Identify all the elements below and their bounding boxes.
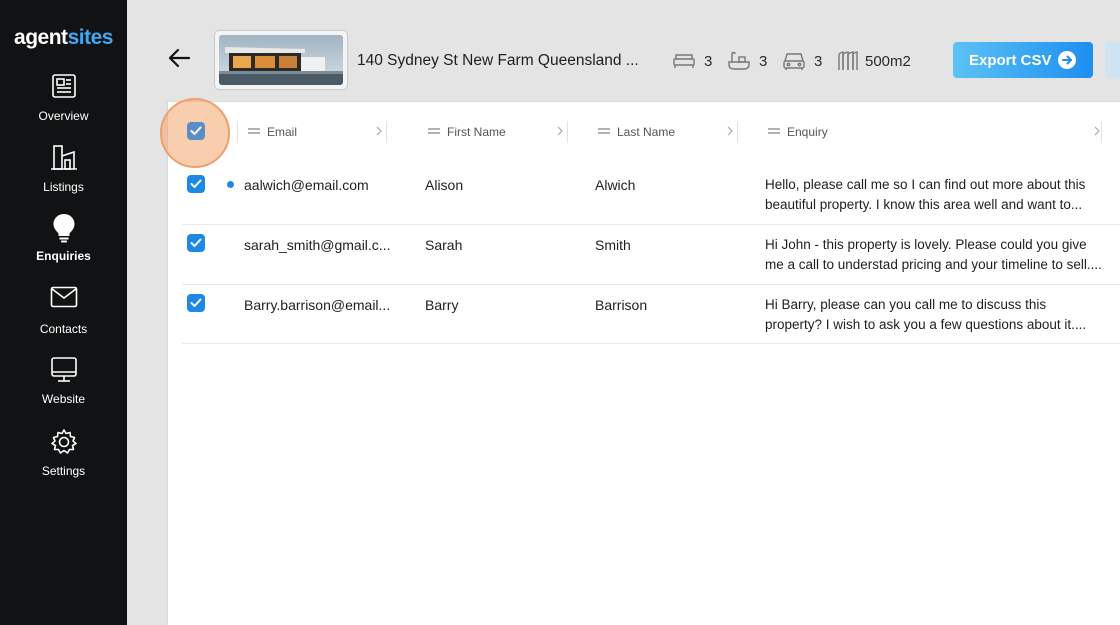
column-divider: [737, 121, 738, 143]
column-header-email[interactable]: Email: [247, 121, 387, 143]
listing-thumbnail[interactable]: [214, 30, 348, 90]
export-csv-label: Export CSV: [969, 52, 1052, 69]
house-photo: [219, 35, 343, 85]
arrow-left-icon: [168, 48, 191, 68]
column-header-label: Email: [267, 125, 298, 139]
cell-first-name: Sarah: [425, 237, 463, 253]
row-checkbox[interactable]: [187, 294, 205, 312]
envelope-icon: [50, 286, 77, 308]
column-header-enquiry[interactable]: Enquiry: [767, 121, 1107, 143]
chevron-right-icon: [557, 126, 563, 136]
select-all-checkbox[interactable]: [187, 122, 205, 140]
enquiry-line: property? I wish to ask you a few questi…: [765, 317, 1087, 332]
column-divider: [567, 121, 568, 143]
baths-count: 3: [759, 53, 768, 70]
column-header-label: First Name: [447, 125, 506, 139]
sidebar: agentsites Overview Listings Enquiries C…: [0, 0, 127, 625]
cell-first-name: Barry: [425, 297, 459, 313]
column-divider: [386, 121, 387, 143]
enquiry-line: Hello, please call me so I can find out …: [765, 177, 1086, 192]
cars-count: 3: [814, 53, 823, 70]
check-icon: [190, 238, 202, 247]
cell-enquiry: Hello, please call me so I can find out …: [765, 175, 1110, 215]
cell-email: sarah_smith@gmail.c...: [244, 237, 391, 253]
nav-item-enquiries[interactable]: Enquiries: [0, 213, 127, 273]
row-divider: [182, 284, 1120, 285]
gear-icon: [50, 429, 77, 454]
unread-dot-icon: [227, 181, 234, 188]
nav-item-overview[interactable]: Overview: [0, 73, 127, 133]
drag-handle-icon: [598, 128, 610, 134]
nav-label: Overview: [38, 109, 89, 123]
column-header-label: Last Name: [617, 125, 676, 139]
nav-item-contacts[interactable]: Contacts: [0, 286, 127, 346]
row-checkbox[interactable]: [187, 234, 205, 252]
nav-label: Enquiries: [36, 249, 91, 263]
drag-handle-icon: [248, 128, 260, 134]
nav-label: Listings: [43, 180, 84, 194]
nav-label: Contacts: [39, 322, 88, 336]
cell-email: Barry.barrison@email...: [244, 297, 391, 313]
cell-first-name: Alison: [425, 177, 464, 193]
monitor-icon: [50, 357, 77, 382]
bed-icon: [673, 54, 695, 68]
row-checkbox[interactable]: [187, 175, 205, 193]
column-header-first-name[interactable]: First Name: [427, 121, 567, 143]
secondary-action-button[interactable]: [1105, 42, 1120, 78]
nav-item-settings[interactable]: Settings: [0, 428, 127, 488]
listing-address: 140 Sydney St New Farm Queensland ...: [357, 52, 639, 69]
chevron-right-icon: [727, 126, 733, 136]
column-divider: [237, 121, 238, 143]
area-value: 500m2: [865, 53, 911, 70]
enquiry-line: beautiful property. I know this area wel…: [765, 197, 1083, 212]
arrow-right-circle-icon: [1058, 51, 1076, 69]
beds-count: 3: [704, 53, 713, 70]
column-header-label: Enquiry: [787, 125, 828, 139]
cell-enquiry: Hi John - this property is lovely. Pleas…: [765, 235, 1110, 275]
nav-item-website[interactable]: Website: [0, 356, 127, 416]
enquiry-line: Hi Barry, please can you call me to disc…: [765, 297, 1047, 312]
cell-last-name: Smith: [595, 237, 631, 253]
column-divider: [1101, 121, 1102, 143]
brand-logo[interactable]: agentsites: [0, 26, 127, 50]
buildings-icon: [50, 145, 77, 170]
newspaper-icon: [51, 74, 76, 98]
cell-enquiry: Hi Barry, please can you call me to disc…: [765, 295, 1110, 335]
drag-handle-icon: [768, 128, 780, 134]
back-arrow-button[interactable]: [166, 45, 194, 73]
cell-last-name: Alwich: [595, 177, 636, 193]
car-icon: [783, 53, 805, 70]
check-icon: [190, 298, 202, 307]
check-icon: [190, 179, 202, 188]
chevron-right-icon: [1094, 126, 1100, 136]
lightbulb-icon: [53, 214, 74, 243]
enquiry-line: Hi John - this property is lovely. Pleas…: [765, 237, 1087, 252]
drag-handle-icon: [428, 128, 440, 134]
row-divider: [182, 343, 1120, 344]
chevron-right-icon: [376, 126, 382, 136]
floor-area-icon: [838, 51, 858, 70]
nav-item-listings[interactable]: Listings: [0, 144, 127, 204]
nav-label: Settings: [41, 464, 86, 478]
cell-email: aalwich@email.com: [244, 177, 369, 193]
column-header-last-name[interactable]: Last Name: [597, 121, 737, 143]
cell-last-name: Barrison: [595, 297, 648, 313]
check-icon: [190, 126, 202, 135]
bath-icon: [728, 51, 750, 70]
export-csv-button[interactable]: Export CSV: [953, 42, 1093, 78]
row-divider: [182, 224, 1120, 225]
enquiry-line: me a call to understad pricing and your …: [765, 257, 1102, 272]
nav-label: Website: [41, 392, 86, 406]
